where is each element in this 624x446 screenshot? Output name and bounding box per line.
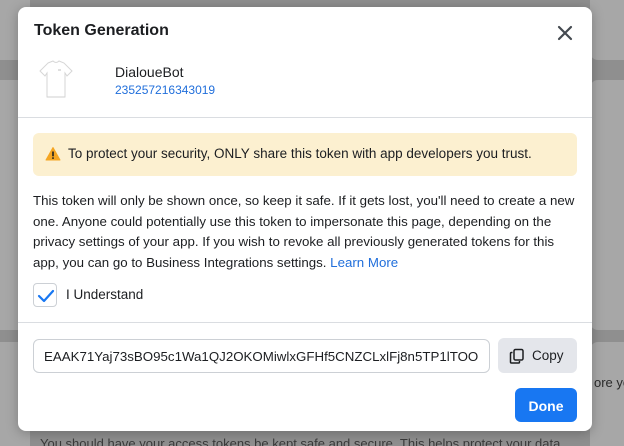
t-shirt-icon bbox=[39, 60, 73, 98]
dialog-header: Token Generation bbox=[18, 7, 592, 57]
page-name: DialoueBot bbox=[115, 64, 184, 80]
page-info: DialoueBot 235257216343019 bbox=[34, 57, 574, 107]
close-button[interactable] bbox=[554, 22, 576, 44]
checkmark-icon bbox=[37, 289, 55, 303]
learn-more-link[interactable]: Learn More bbox=[330, 255, 398, 270]
background-card bbox=[590, 342, 624, 446]
warning-text: To protect your security, ONLY share thi… bbox=[68, 146, 532, 161]
token-generation-dialog: Token Generation DialoueBot 235257216343… bbox=[18, 7, 592, 431]
divider bbox=[18, 322, 592, 323]
done-button[interactable]: Done bbox=[515, 388, 577, 422]
dialog-title: Token Generation bbox=[34, 22, 169, 39]
copy-button[interactable]: Copy bbox=[498, 338, 577, 373]
page-id-link[interactable]: 235257216343019 bbox=[115, 83, 215, 97]
close-icon bbox=[557, 25, 573, 41]
background-card bbox=[590, 80, 624, 330]
background-card bbox=[590, 0, 624, 60]
understand-checkbox-row[interactable]: I Understand bbox=[33, 283, 233, 307]
background-text: ore you bbox=[594, 375, 624, 390]
access-token-field[interactable] bbox=[33, 339, 490, 373]
token-description: This token will only be shown once, so k… bbox=[33, 191, 581, 273]
security-warning-banner: To protect your security, ONLY share thi… bbox=[33, 133, 577, 176]
understand-checkbox[interactable] bbox=[33, 283, 57, 307]
done-label: Done bbox=[528, 398, 564, 414]
copy-icon bbox=[509, 348, 524, 364]
divider bbox=[18, 117, 592, 118]
warning-triangle-icon bbox=[45, 147, 61, 161]
description-text: This token will only be shown once, so k… bbox=[33, 193, 575, 270]
understand-label: I Understand bbox=[66, 287, 144, 302]
background-text: You should have your access tokens be ke… bbox=[40, 436, 561, 446]
copy-label: Copy bbox=[532, 348, 564, 363]
